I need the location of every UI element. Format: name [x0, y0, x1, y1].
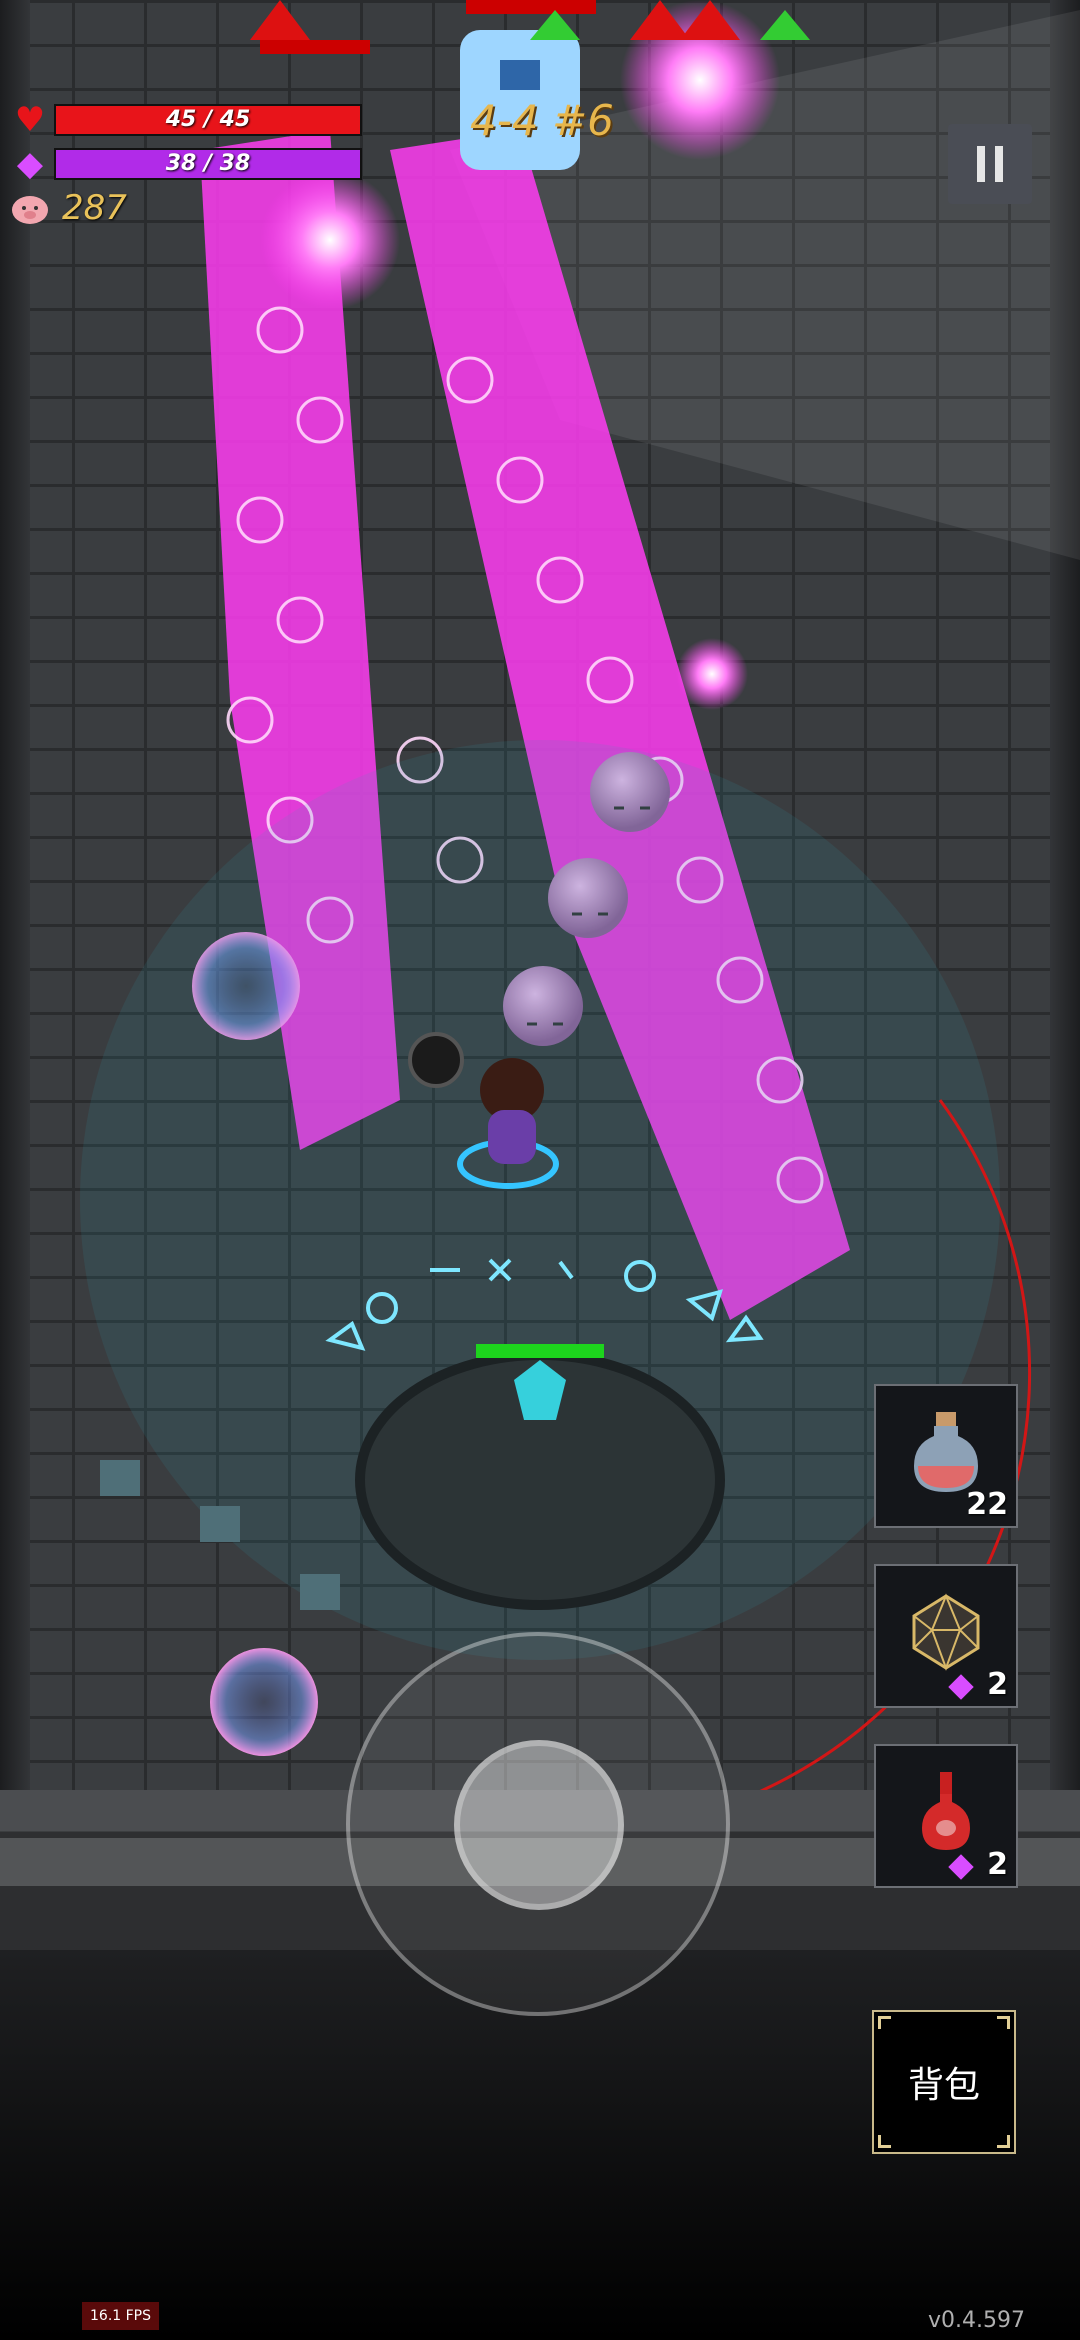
magic-projectile	[676, 638, 748, 710]
version-label: v0.4.597	[928, 2308, 1025, 2333]
backpack-label: 背包	[907, 2065, 980, 2106]
piggy-bank-icon	[10, 188, 50, 228]
pause-icon-bar	[995, 146, 1003, 182]
item-slot-dice[interactable]: 2	[874, 1564, 1018, 1708]
stage-label: 4-4 #6	[470, 96, 614, 145]
health-bar: 45 / 45	[54, 104, 362, 136]
health-text: 45 / 45	[165, 107, 251, 132]
mana-gem-icon: ◆	[16, 144, 44, 184]
backpack-button[interactable]: 背包	[872, 2010, 1016, 2154]
gem-icon	[948, 1674, 974, 1700]
item-slot-red-flask[interactable]: 2	[874, 1744, 1018, 1888]
red-flask-icon	[922, 1772, 970, 1850]
pause-icon	[977, 146, 985, 182]
heart-icon: ♥	[14, 100, 46, 140]
corner-ornament	[997, 2135, 1010, 2148]
joystick-knob[interactable]	[454, 1740, 624, 1910]
item-count: 22	[966, 1487, 1008, 1522]
mana-text: 38 / 38	[165, 151, 251, 176]
gem-icon	[948, 1854, 974, 1880]
item-count: 2	[987, 1847, 1008, 1882]
item-count: 2	[987, 1667, 1008, 1702]
impact-flash	[260, 170, 400, 310]
fps-counter: 16.1 FPS	[82, 2302, 160, 2330]
corner-ornament	[878, 2135, 891, 2148]
shield-bubble	[210, 1648, 318, 1756]
corner-ornament	[878, 2016, 891, 2029]
coins-row: 287	[10, 188, 127, 228]
sword-companion	[408, 1032, 464, 1088]
coin-count: 287	[62, 188, 127, 228]
pause-button[interactable]	[948, 124, 1032, 204]
item-slot-health-potion[interactable]: 22	[874, 1384, 1018, 1528]
mana-bar: 38 / 38	[54, 148, 362, 180]
health-row: ♥ 45 / 45	[10, 100, 362, 140]
mana-row: ◆ 38 / 38	[10, 144, 362, 184]
corner-ornament	[997, 2016, 1010, 2029]
d20-dice-icon	[912, 1593, 980, 1671]
health-potion-icon	[914, 1412, 978, 1492]
